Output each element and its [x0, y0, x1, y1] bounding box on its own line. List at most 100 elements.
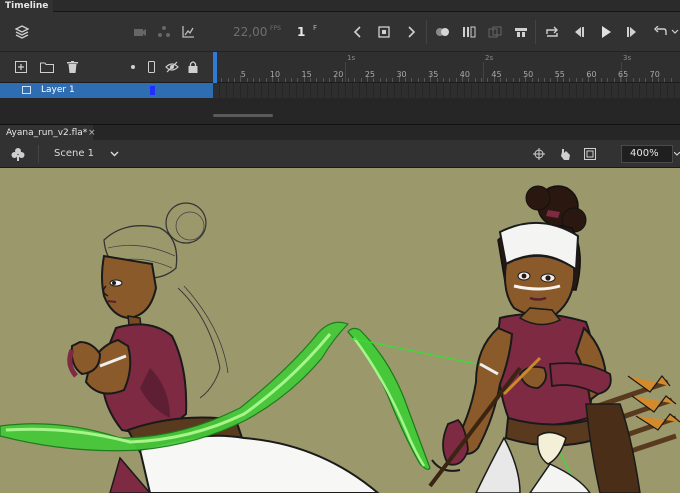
- ruler-tick: [284, 78, 286, 82]
- outline-icon[interactable]: [145, 60, 157, 74]
- ruler-tick: [252, 78, 254, 82]
- graph-icon[interactable]: [180, 24, 196, 40]
- trash-icon[interactable]: [65, 60, 79, 74]
- ruler-tick: [601, 78, 603, 82]
- ruler-tick: [423, 78, 425, 82]
- center-stage-icon[interactable]: [532, 147, 546, 161]
- scene-clubs-icon[interactable]: [10, 147, 26, 161]
- ruler-tick: [442, 78, 444, 82]
- next-keyframe-icon[interactable]: [403, 24, 419, 40]
- ruler-tick: [537, 78, 539, 82]
- ruler-frame-number: 50: [523, 70, 534, 79]
- second-mark-label: 2s: [485, 54, 494, 62]
- character-artwork: [0, 185, 680, 493]
- ruler-tick: [480, 78, 482, 82]
- toolbar-separator: [426, 20, 427, 44]
- clip-content-icon[interactable]: [583, 147, 597, 161]
- fps-unit-label: FPS: [270, 25, 281, 32]
- tween-icon[interactable]: [513, 24, 529, 40]
- ruler-tick: [569, 78, 571, 82]
- chevron-down-icon[interactable]: [108, 148, 120, 160]
- zoom-field[interactable]: 400%: [621, 145, 673, 163]
- close-icon[interactable]: ×: [88, 125, 96, 141]
- ruler-tick: [417, 78, 419, 82]
- layer-name[interactable]: Layer 1: [41, 85, 75, 95]
- chevron-down-icon[interactable]: [673, 148, 680, 160]
- ruler-tick: [607, 78, 609, 82]
- ruler-frame-number: 15: [301, 70, 312, 79]
- previous-keyframe-icon[interactable]: [350, 24, 366, 40]
- layer-header: [0, 52, 213, 82]
- second-mark-label: 1s: [347, 54, 356, 62]
- ruler-tick: [392, 78, 394, 82]
- ruler-tick: [233, 78, 235, 82]
- step-back-icon[interactable]: [571, 24, 587, 40]
- ruler-tick: [227, 78, 229, 82]
- edit-multiple-frames-icon[interactable]: [461, 24, 477, 40]
- layer-row-layer-1[interactable]: Layer 1: [0, 83, 213, 98]
- ruler-frame-number: 65: [618, 70, 629, 79]
- layer-depth-icon[interactable]: [156, 24, 172, 40]
- ruler-tick: [360, 78, 362, 82]
- layers-icon[interactable]: [14, 24, 30, 40]
- timeline-scrollbar[interactable]: [213, 114, 273, 117]
- frame-unit-label: F: [313, 24, 318, 32]
- scene-name[interactable]: Scene 1: [54, 148, 94, 159]
- ruler-tick: [347, 78, 349, 82]
- ruler-tick: [449, 78, 451, 82]
- onion-skin-icon[interactable]: [434, 24, 452, 40]
- play-icon[interactable]: [598, 24, 614, 40]
- document-tabbar: Ayana_run_v2.fla* ×: [0, 124, 680, 141]
- undo-icon[interactable]: [652, 24, 668, 40]
- ruler-tick: [328, 78, 330, 82]
- timeline-toolbar: 22,00 FPS 1 F: [0, 12, 680, 52]
- chevron-down-icon[interactable]: [670, 24, 680, 40]
- ruler-tick: [544, 78, 546, 82]
- ruler-frame-number: 60: [586, 70, 597, 79]
- ruler-frame-number: 40: [459, 70, 470, 79]
- ruler-tick: [632, 78, 634, 82]
- ruler-tick: [474, 78, 476, 82]
- right-character-figure: [428, 185, 680, 493]
- ruler-tick: [265, 78, 267, 82]
- layer-type-icon: [22, 86, 31, 94]
- new-layer-icon[interactable]: [14, 60, 28, 74]
- lock-icon[interactable]: [186, 60, 200, 74]
- ruler-tick: [664, 78, 666, 82]
- ruler-frame-number: 30: [396, 70, 407, 79]
- ruler-tick: [645, 78, 647, 82]
- ruler-tick: [613, 78, 615, 82]
- step-forward-icon[interactable]: [624, 24, 640, 40]
- ruler-tick: [411, 78, 413, 82]
- paste-frames-icon[interactable]: [487, 24, 503, 40]
- frame-ruler[interactable]: 1s 2s 3s 5 10 15 20 25 30 35 40 45 50 55 60 65 70: [213, 52, 680, 82]
- panel-tabbar: Timeline: [0, 0, 680, 12]
- folder-icon[interactable]: [39, 60, 55, 74]
- rotate-stage-icon[interactable]: [557, 147, 573, 161]
- insert-keyframe-icon[interactable]: [376, 24, 392, 40]
- ruler-tick: [575, 78, 577, 82]
- loop-icon[interactable]: [544, 24, 560, 40]
- ruler-frame-number: 20: [333, 70, 344, 79]
- ruler-tick: [379, 78, 381, 82]
- stage-canvas[interactable]: [0, 168, 680, 493]
- camera-icon[interactable]: [132, 24, 148, 40]
- ruler-tick: [639, 78, 641, 82]
- ruler-frame-number: 10: [269, 70, 281, 79]
- timeline-tab[interactable]: Timeline: [0, 0, 54, 12]
- ruler-tick: [290, 78, 292, 82]
- layer-color-swatch[interactable]: [150, 86, 155, 95]
- ruler-tick: [506, 78, 508, 82]
- ruler-frame-number: 35: [428, 70, 439, 79]
- visibility-icon[interactable]: [164, 60, 180, 74]
- current-frame-value[interactable]: 1: [297, 25, 305, 39]
- ruler-tick: [582, 78, 584, 82]
- ruler-frame-number: 55: [554, 70, 565, 79]
- fps-value[interactable]: 22,00: [233, 25, 267, 39]
- ruler-tick: [518, 78, 520, 82]
- ruler-tick: [297, 78, 299, 82]
- layer-frames[interactable]: [213, 83, 680, 98]
- document-tab[interactable]: Ayana_run_v2.fla*: [0, 125, 94, 141]
- editbar-separator: [38, 145, 39, 163]
- highlight-dot-icon[interactable]: [128, 60, 138, 74]
